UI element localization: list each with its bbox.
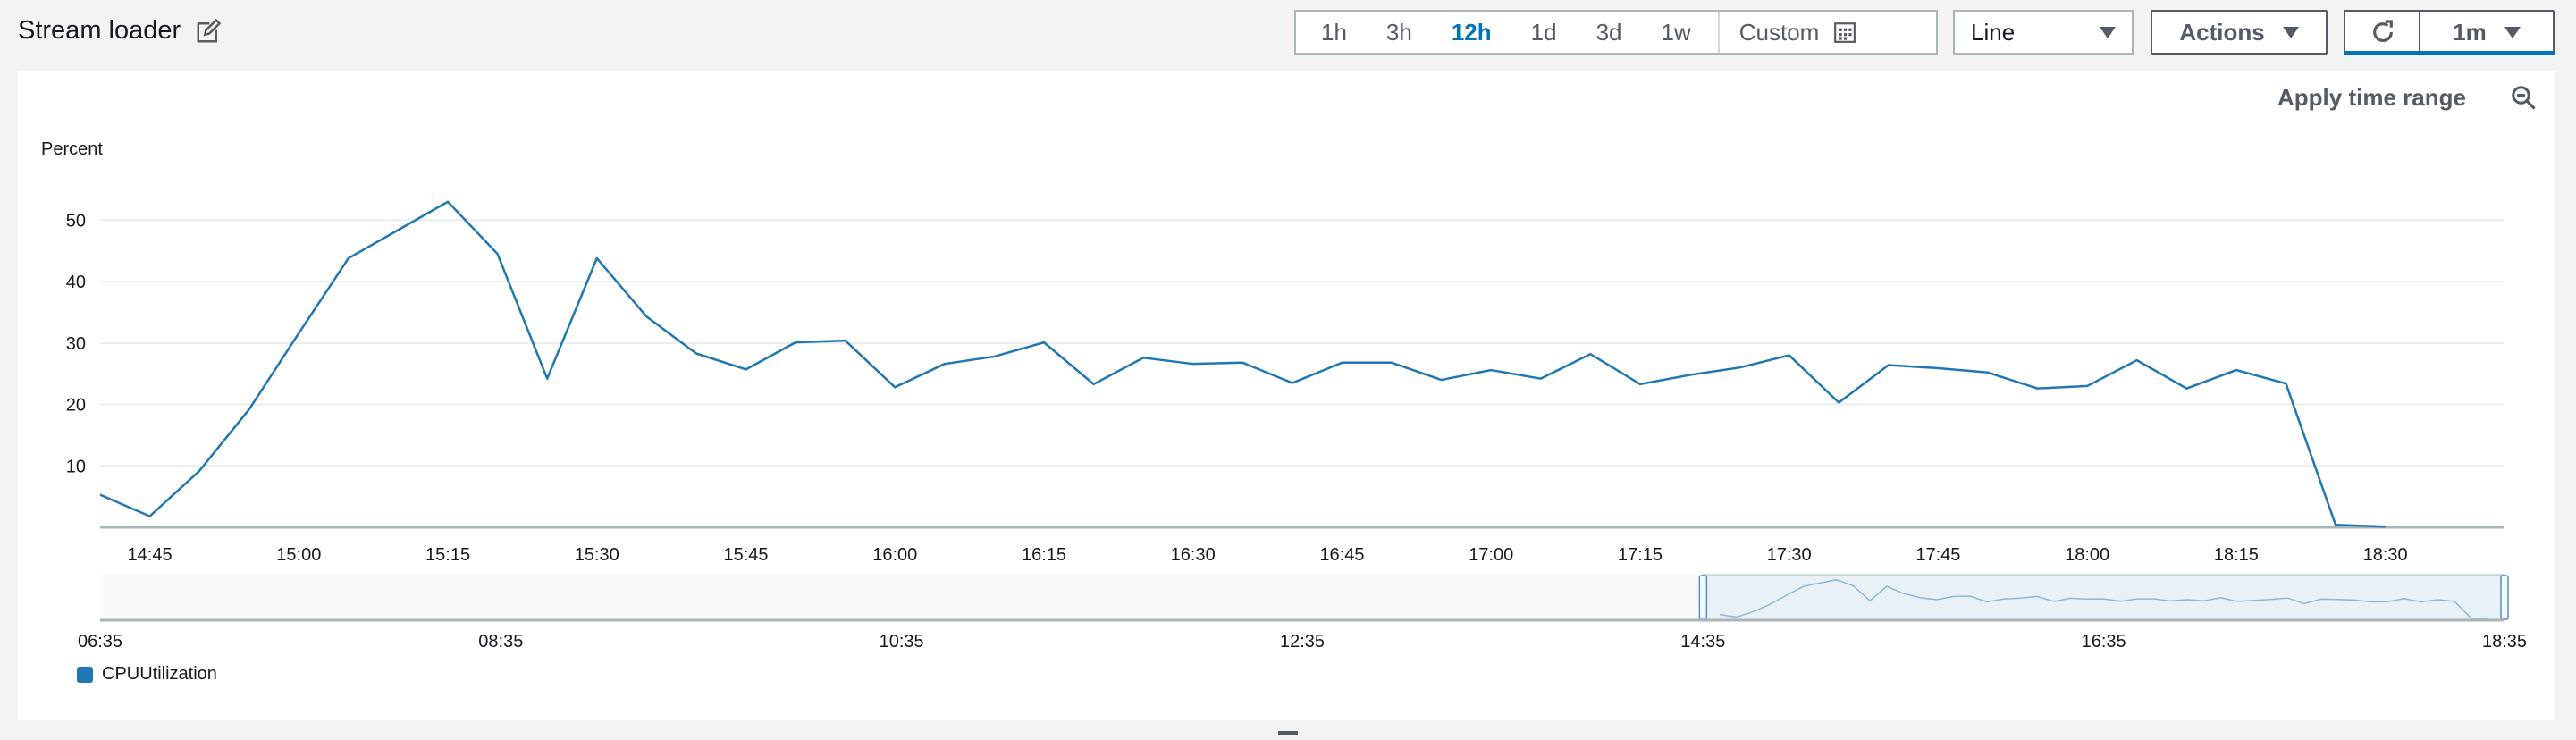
x-tick-label: 15:30 <box>575 545 619 565</box>
navigator-handle <box>2500 575 2509 620</box>
legend-label: CPUUtilization <box>102 664 217 684</box>
navigator-tick-label: 14:35 <box>1680 632 1725 652</box>
x-tick-label: 16:00 <box>872 545 917 565</box>
x-tick-label: 15:15 <box>425 545 470 565</box>
x-tick-label: 18:15 <box>2214 545 2259 565</box>
navigator-selection <box>1702 574 2505 621</box>
chart-legend[interactable]: CPUUtilization <box>77 664 217 685</box>
y-tick-label: 30 <box>66 334 86 354</box>
x-tick-label: 17:00 <box>1469 545 1513 565</box>
x-tick-label: 14:45 <box>128 545 173 565</box>
cpu-line-chart[interactable]: 10 20 30 40 50 14:45 15:00 15:15 15:30 15:45 16:00… <box>0 0 2576 740</box>
x-tick-label: 15:45 <box>723 545 768 565</box>
navigator-tick-label: 18:35 <box>2482 632 2527 652</box>
navigator-tick-label: 08:35 <box>478 632 523 652</box>
x-tick-label: 16:15 <box>1022 545 1066 565</box>
series-line-cpuutilization <box>99 200 2386 528</box>
navigator-tick-label: 16:35 <box>2082 632 2126 652</box>
x-tick-label: 16:45 <box>1319 545 1364 565</box>
y-tick-label: 50 <box>66 211 86 231</box>
navigator-handle <box>1698 575 1708 620</box>
y-tick-label: 40 <box>66 273 86 292</box>
x-tick-label: 18:00 <box>2065 545 2109 565</box>
legend-swatch <box>77 666 93 683</box>
x-tick-label: 16:30 <box>1171 545 1216 565</box>
x-tick-label: 17:30 <box>1767 545 1812 565</box>
resize-handle[interactable] <box>1278 731 1298 735</box>
x-tick-label: 18:30 <box>2363 545 2408 565</box>
navigator-tick-label: 12:35 <box>1280 632 1325 652</box>
x-tick-label: 17:45 <box>1915 545 1960 565</box>
y-tick-label: 10 <box>66 457 86 476</box>
y-tick-label: 20 <box>66 396 86 416</box>
navigator-tick-label: 06:35 <box>78 632 122 652</box>
x-tick-label: 15:00 <box>276 545 321 565</box>
x-tick-label: 17:15 <box>1618 545 1663 565</box>
navigator-tick-label: 10:35 <box>880 632 924 652</box>
